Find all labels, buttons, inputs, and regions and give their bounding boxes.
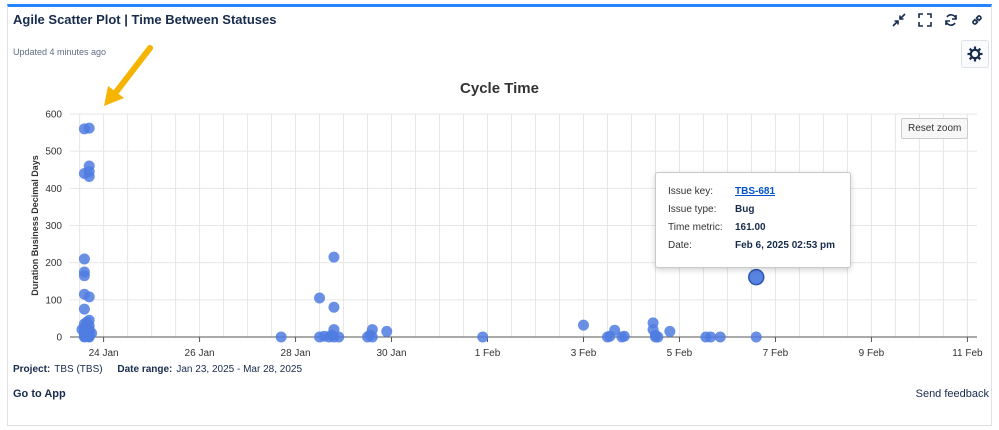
data-point[interactable] [652, 331, 664, 343]
data-point[interactable] [618, 330, 630, 342]
data-point[interactable] [275, 331, 287, 343]
data-point[interactable] [714, 331, 726, 343]
x-tick-label: 5 Feb [667, 348, 693, 359]
tooltip-issue-key-label: Issue key: [668, 186, 714, 197]
y-tick-label: 0 [56, 333, 62, 344]
y-tick-label: 600 [45, 110, 62, 121]
annotation-arrow [104, 45, 153, 106]
reset-zoom-button[interactable]: Reset zoom [901, 118, 969, 139]
y-tick-label: 300 [45, 221, 62, 232]
x-tick-label: 26 Jan [185, 348, 215, 359]
data-point[interactable] [83, 122, 95, 134]
data-point[interactable] [78, 303, 90, 315]
data-point[interactable] [86, 327, 98, 339]
go-to-app-link[interactable]: Go to App [13, 388, 66, 400]
tooltip-date: Feb 6, 2025 02:53 pm [735, 240, 836, 251]
project-label: Project: [13, 364, 51, 375]
data-point[interactable] [78, 253, 90, 265]
y-tick-label: 500 [45, 147, 62, 158]
data-point[interactable] [314, 292, 326, 304]
x-tick-label: 7 Feb [763, 348, 789, 359]
date-range-value: Jan 23, 2025 - Mar 28, 2025 [176, 364, 303, 375]
data-point[interactable] [81, 316, 93, 328]
data-point[interactable] [333, 331, 345, 343]
tooltip-issue-type-label: Issue type: [668, 204, 717, 215]
data-point[interactable] [750, 331, 762, 343]
data-point[interactable] [83, 291, 95, 303]
x-tick-label: 30 Jan [377, 348, 407, 359]
data-point[interactable] [477, 331, 489, 343]
project-value: TBS (TBS) [54, 364, 103, 375]
tooltip-issue-type: Bug [735, 204, 755, 215]
data-point[interactable] [664, 325, 676, 337]
data-point[interactable] [328, 301, 340, 313]
x-tick-label: 1 Feb [475, 348, 501, 359]
issue-key-link[interactable]: TBS-681 [735, 186, 775, 197]
send-feedback-link[interactable]: Send feedback [916, 388, 989, 400]
tooltip-date-label: Date: [668, 240, 692, 251]
y-tick-label: 200 [45, 258, 62, 269]
x-tick-label: 28 Jan [281, 348, 311, 359]
data-point[interactable] [366, 331, 378, 343]
tooltip-time-metric-label: Time metric: [668, 222, 723, 233]
data-point[interactable] [381, 325, 393, 337]
point-tooltip: Issue key: TBS-681 Issue type: Bug Time me… [655, 172, 851, 268]
data-point[interactable] [328, 251, 340, 263]
report-meta: Project: TBS (TBS) Date range: Jan 23, 202… [13, 364, 302, 375]
y-tick-label: 100 [45, 295, 62, 306]
highlighted-data-point[interactable] [747, 268, 765, 286]
data-point[interactable] [705, 331, 717, 343]
x-tick-label: 9 Feb [859, 348, 885, 359]
date-range-label: Date range: [117, 364, 173, 375]
y-tick-label: 400 [45, 184, 62, 195]
data-point[interactable] [78, 270, 90, 282]
y-axis-label: Duration Business Decimal Days [30, 155, 40, 296]
x-tick-label: 3 Feb [571, 348, 597, 359]
tooltip-time-metric: 161.00 [735, 222, 766, 233]
data-point[interactable] [83, 170, 95, 182]
data-point[interactable] [577, 319, 589, 331]
x-tick-label: 11 Feb [952, 348, 983, 359]
x-tick-label: 24 Jan [89, 348, 119, 359]
